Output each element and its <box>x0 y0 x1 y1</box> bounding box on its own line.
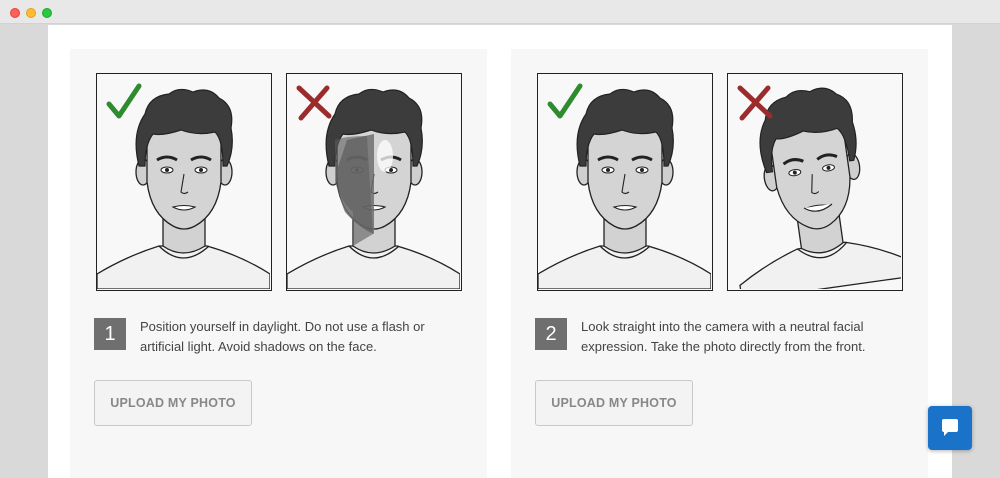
good-example-photo <box>537 73 713 291</box>
cross-icon <box>737 85 773 121</box>
step-instruction: Look straight into the camera with a neu… <box>581 319 866 354</box>
chat-bubble-icon <box>942 419 958 436</box>
good-example-photo <box>96 73 272 291</box>
check-icon <box>106 83 142 119</box>
photo-guideline-card-2: 2 Look straight into the camera with a n… <box>511 49 928 473</box>
photo-guideline-card-1: 1 Position yourself in daylight. Do not … <box>70 49 487 473</box>
step-instruction: Position yourself in daylight. Do not us… <box>140 319 425 354</box>
upload-photo-button[interactable]: UPLOAD MY PHOTO <box>535 380 693 426</box>
window-close-button[interactable] <box>10 8 20 18</box>
step-number-badge: 1 <box>94 318 126 350</box>
bad-example-photo <box>286 73 462 291</box>
chat-button[interactable] <box>928 406 972 450</box>
page-content: 1 Position yourself in daylight. Do not … <box>48 25 952 478</box>
window-maximize-button[interactable] <box>42 8 52 18</box>
step-number-badge: 2 <box>535 318 567 350</box>
check-icon <box>547 83 583 119</box>
window-titlebar <box>0 0 1000 24</box>
cross-icon <box>296 85 332 121</box>
window-minimize-button[interactable] <box>26 8 36 18</box>
next-card-top <box>511 472 928 478</box>
bad-example-photo <box>727 73 903 291</box>
upload-photo-button[interactable]: UPLOAD MY PHOTO <box>94 380 252 426</box>
next-card-top <box>70 472 487 478</box>
